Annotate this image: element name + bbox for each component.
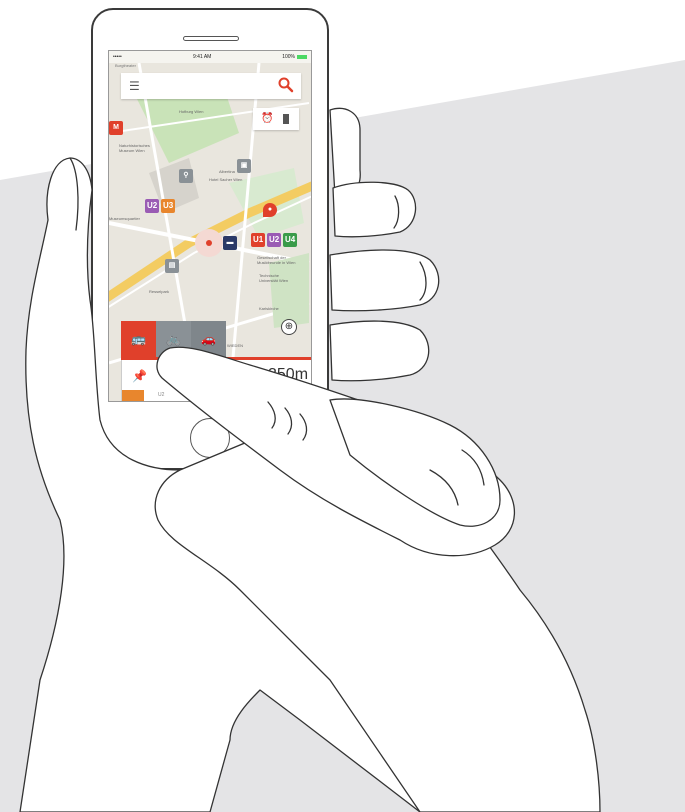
- map-tools: ⏰: [253, 108, 299, 130]
- map-label-hofburg: Hofburg Wien: [179, 109, 204, 114]
- line-badge-u3[interactable]: U3: [161, 199, 176, 213]
- status-time: 9:41 AM: [193, 54, 212, 60]
- map-label-musikverein: Gesellschaft der Musikfreunde in Wien: [257, 255, 296, 265]
- line-badge-u2[interactable]: U2: [267, 233, 282, 247]
- map-label-karlskirche: Karlskirche: [259, 306, 279, 311]
- map-label-sacher: Hotel Sacher Wien: [209, 177, 243, 182]
- map-label-wieden: WIEDEN: [227, 343, 243, 348]
- bottom-panel[interactable]: 📌 350m U2: [121, 360, 311, 401]
- metro-pin-icon[interactable]: M: [109, 121, 123, 135]
- distance-value: 350m: [268, 366, 309, 383]
- pin-icon: 📌: [132, 369, 147, 383]
- status-bar: ••••• 9:41 AM 100%: [109, 51, 311, 63]
- battery-label: 100%: [282, 54, 295, 60]
- phone-speaker: [183, 36, 239, 41]
- alarm-clock-icon[interactable]: ⏰: [261, 113, 273, 124]
- bike-icon: 🚲: [166, 332, 181, 346]
- map-label-resselpark: Resselpark: [149, 289, 170, 294]
- locate-me-icon[interactable]: ⊕: [281, 319, 297, 335]
- search-bar[interactable]: ☰: [121, 73, 301, 99]
- map-label-quartier: Museumsquartier: [109, 216, 140, 221]
- bike-station-icon[interactable]: ⚲: [179, 169, 193, 183]
- line-badge-u4[interactable]: U4: [283, 233, 298, 247]
- bottom-line-badge: [122, 390, 144, 401]
- status-battery: 100%: [282, 54, 307, 60]
- bottom-line-label: U2: [158, 392, 165, 398]
- tab-bike[interactable]: 🚲: [156, 321, 191, 357]
- car-icon: 🚗: [201, 332, 216, 346]
- map-label-museum: Naturhistorisches Museum Wien: [119, 143, 150, 153]
- status-subtitle: Burgtheater: [115, 63, 136, 68]
- status-carrier: •••••: [113, 54, 122, 60]
- battery-icon: [297, 54, 307, 59]
- menu-icon[interactable]: ☰: [129, 79, 140, 93]
- line-badge-u1[interactable]: U1: [251, 233, 266, 247]
- tab-bus[interactable]: 🚌: [121, 321, 156, 357]
- line-badge-u2-west[interactable]: U2: [145, 199, 160, 213]
- home-button[interactable]: [190, 418, 230, 458]
- location-pin-icon[interactable]: ●: [263, 203, 277, 217]
- search-icon[interactable]: [277, 76, 295, 94]
- tab-car[interactable]: 🚗: [191, 321, 226, 357]
- phone-screen: Hofburg Wien Naturhistorisches Museum Wi…: [108, 50, 312, 402]
- tram-stop-icon[interactable]: ▤: [165, 259, 179, 273]
- map-label-technische: Technische Universität Wien: [259, 273, 289, 283]
- trash-icon[interactable]: [283, 114, 289, 124]
- bus-stop-icon[interactable]: ▬: [223, 236, 237, 250]
- map-label-albertina: Albertina: [219, 169, 235, 174]
- parking-icon[interactable]: ▣: [237, 159, 251, 173]
- bus-icon: 🚌: [131, 332, 146, 346]
- transport-mode-tabs: 🚌 🚲 🚗: [121, 321, 226, 357]
